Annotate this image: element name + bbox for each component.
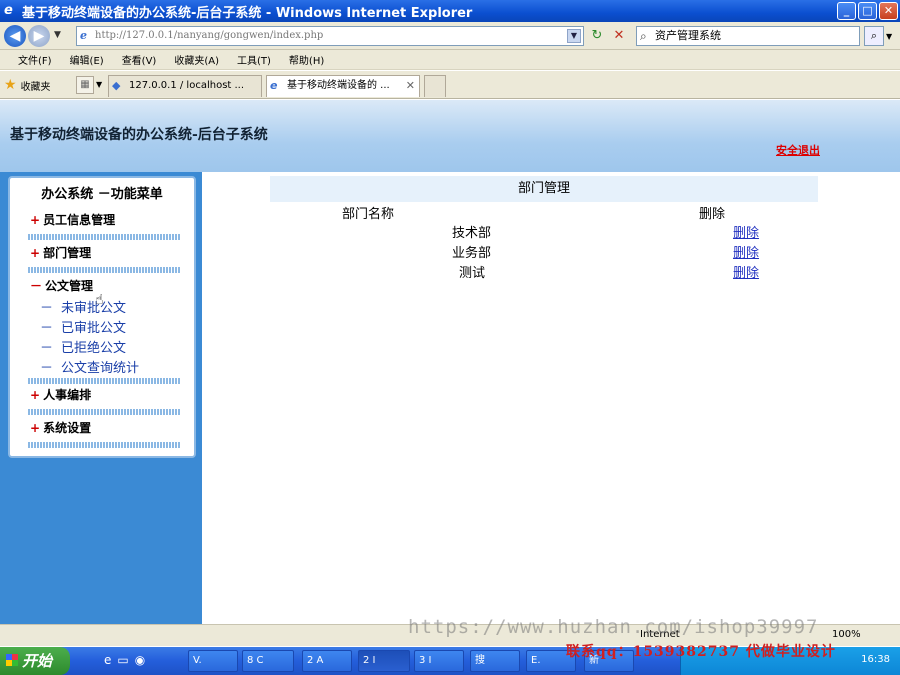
department-table-title: 部门管理 [270,176,818,202]
expand-icon: + [30,421,41,435]
clock[interactable]: 16:38 [861,654,890,665]
menu-tools[interactable]: 工具(T) [237,52,271,67]
search-input[interactable]: ⌕ 资产管理系统 [636,26,860,46]
menu-separator [28,442,180,448]
taskbar-button[interactable]: V. [188,650,238,672]
menu-item-rejected[interactable]: －已拒绝公文 [40,337,126,356]
search-options-icon[interactable]: ▼ [886,32,892,41]
expand-icon: + [30,213,41,227]
address-input[interactable]: e http://127.0.0.1/nanyang/gongwen/index… [76,26,584,46]
maximize-button[interactable]: □ [858,2,877,20]
stop-icon[interactable]: ✕ [610,28,628,46]
menu-favorites[interactable]: 收藏夹(A) [174,52,219,67]
new-tab-button[interactable] [424,75,446,97]
pma-icon: ◆ [112,79,121,92]
address-toolbar: ◀ ▶ ▼ e http://127.0.0.1/nanyang/gongwen… [0,22,900,50]
tab-office-system[interactable]: e 基于移动终端设备的 ... ✕ [266,75,420,97]
expand-icon: + [30,246,41,260]
collapse-icon: － [30,279,43,293]
contact-overlay: 联系qq：1539382737 代做毕业设计 [566,644,836,660]
page-header: 基于移动终端设备的办公系统-后台子系统 安全退出 [0,100,900,172]
tab-list-dropdown-icon[interactable]: ▼ [96,80,102,89]
menu-edit[interactable]: 编辑(E) [70,52,104,67]
quick-launch: e ▭ ◉ [104,653,145,667]
menu-item-unapproved[interactable]: －未审批公文 [40,297,126,316]
folder-quicklaunch-icon[interactable]: ▭ [117,653,128,667]
quick-tabs-icon[interactable]: ▦ [76,76,94,94]
menu-view[interactable]: 查看(V) [122,52,157,67]
star-icon: ★ [4,77,17,93]
ie-icon: e [4,3,13,18]
refresh-icon[interactable]: ↻ [588,28,606,46]
menu-separator [28,267,180,273]
dept-name: 测试 [459,266,486,281]
close-tab-icon[interactable]: ✕ [406,76,415,96]
delete-link[interactable]: 删除 [733,262,759,281]
window-title: 基于移动终端设备的办公系统-后台子系统 - Windows Internet E… [22,5,473,21]
history-dropdown-icon[interactable]: ▼ [54,30,61,40]
ie-tab-icon: e [270,79,278,92]
favorites-button[interactable]: ★ 收藏夹 [4,77,51,93]
dept-name: 业务部 [452,246,492,261]
zoom-level[interactable]: 100% [832,629,861,640]
expand-icon: + [30,388,41,402]
address-dropdown-icon[interactable]: ▼ [567,29,581,43]
tab-localhost[interactable]: ◆ 127.0.0.1 / localhost ... [108,75,262,97]
menu-separator [28,409,180,415]
web-page: 基于移动终端设备的办公系统-后台子系统 安全退出 办公系统 －功能菜单 + 员工信… [0,100,900,624]
menu-help[interactable]: 帮助(H) [289,52,324,67]
close-button[interactable]: ✕ [879,2,898,20]
forward-button[interactable]: ▶ [28,25,50,47]
taskbar-button[interactable]: 2 A [302,650,352,672]
menu-separator [28,234,180,240]
menu-separator [28,378,180,384]
menu-item-approved[interactable]: －已审批公文 [40,317,126,336]
windows-flag-icon [6,654,18,666]
taskbar-button[interactable]: 3 I [414,650,464,672]
menu-item-query-stats[interactable]: －公文查询统计 [40,357,139,376]
menu-bar: 文件(F) 编辑(E) 查看(V) 收藏夹(A) 工具(T) 帮助(H) [0,50,900,70]
taskbar-button[interactable]: 2 I [358,650,410,672]
ie-quicklaunch-icon[interactable]: e [104,653,111,667]
taskbar-button[interactable]: 8 C [242,650,294,672]
start-button[interactable]: 开始 [0,647,70,675]
logout-link[interactable]: 安全退出 [776,142,820,158]
browser-quicklaunch-icon[interactable]: ◉ [135,653,145,667]
search-icon[interactable]: ⌕ [864,26,884,46]
menu-file[interactable]: 文件(F) [18,52,52,67]
delete-link[interactable]: 删除 [733,242,759,261]
dept-name: 技术部 [452,226,492,241]
side-menu: 办公系统 －功能菜单 + 员工信息管理 + 部门管理 －公文管理 －未审批公文 －已… [8,176,196,458]
department-panel: 部门管理 部门名称 删除 技术部 删除 业务部 删除 测试 删除 [202,172,900,624]
column-header-name: 部门名称 [342,207,395,222]
back-button[interactable]: ◀ [4,25,26,47]
delete-link[interactable]: 删除 [733,222,759,241]
window-titlebar: e 基于移动终端设备的办公系统-后台子系统 - Windows Internet… [0,0,900,22]
watermark: https://www.huzhan.com/ishop39997 [408,616,819,638]
search-provider-icon: ⌕ [640,29,647,43]
favorites-bar: ★ 收藏夹 ▦ ▼ ◆ 127.0.0.1 / localhost ... e … [0,71,900,99]
page-title: 基于移动终端设备的办公系统-后台子系统 [10,127,268,143]
side-menu-title: 办公系统 －功能菜单 [41,187,163,202]
minimize-button[interactable]: _ [837,2,856,20]
taskbar-button[interactable]: 搜 [470,650,520,672]
page-icon: e [80,29,87,42]
column-header-delete: 删除 [699,207,726,222]
hand-cursor-icon: ☝ [95,292,104,308]
